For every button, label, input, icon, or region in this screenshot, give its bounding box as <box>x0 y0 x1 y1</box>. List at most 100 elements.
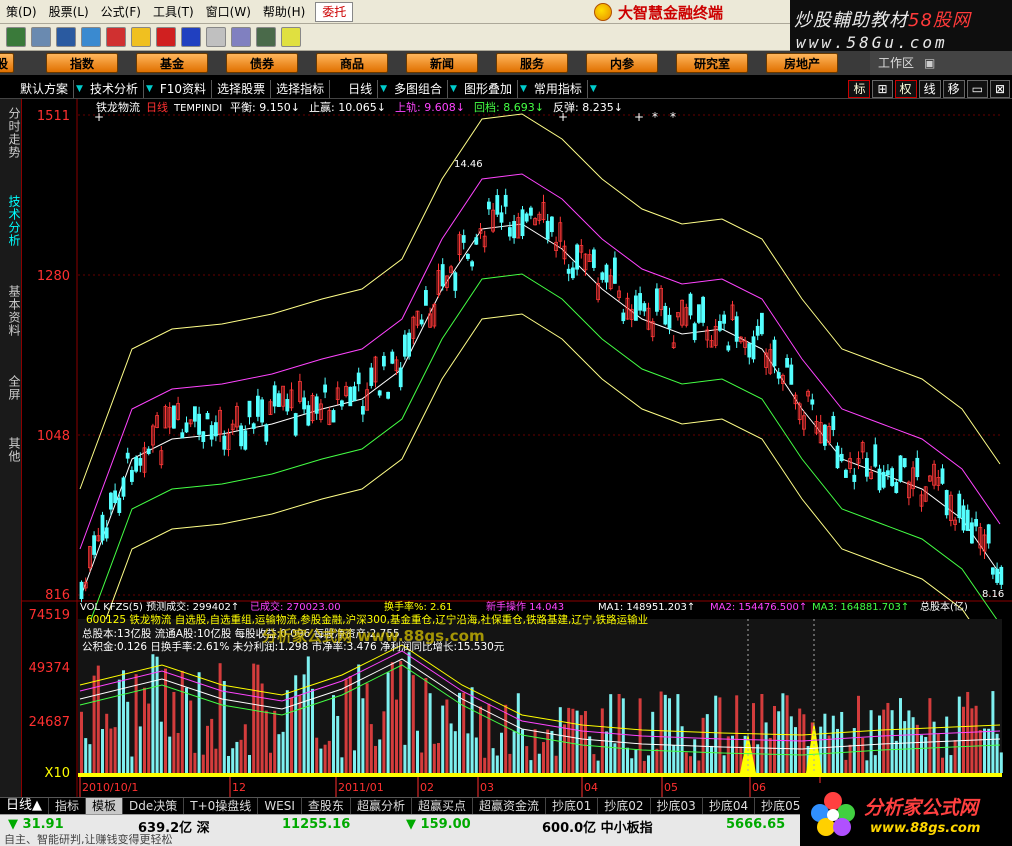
volume-label: 24687 <box>29 715 70 730</box>
fb-arrow-icon[interactable]: ▼ <box>518 84 529 94</box>
btab-chaoying-analysis[interactable]: 超赢分析 <box>351 798 412 814</box>
btab-t0[interactable]: T+0操盘线 <box>184 798 259 814</box>
workarea-close-icon[interactable]: ▣ <box>924 56 935 70</box>
btab-chaoying-fund[interactable]: 超赢资金流 <box>473 798 546 814</box>
move-button[interactable]: 移 <box>942 80 965 98</box>
rights-button[interactable]: 权 <box>894 80 917 98</box>
candle-body <box>302 397 307 410</box>
cat-tab-stocks[interactable]: 股 <box>0 53 14 73</box>
btab-bottom03[interactable]: 抄底03 <box>651 798 703 814</box>
vtab-technical[interactable]: 技术分析 <box>2 195 21 247</box>
keyboard-icon[interactable] <box>6 27 26 47</box>
volume-bar <box>953 740 957 773</box>
btab-bottom01[interactable]: 抄底01 <box>546 798 599 814</box>
window-icon[interactable] <box>231 27 251 47</box>
volume-bar <box>731 735 734 773</box>
cat-tab-realestate[interactable]: 房地产 <box>766 53 838 73</box>
fb-default-scheme[interactable]: 默认方案 <box>0 79 75 98</box>
window-icon[interactable]: ▭ <box>966 80 988 98</box>
volume-bar <box>672 744 676 773</box>
books-icon[interactable] <box>256 27 276 47</box>
fb-tech-analysis[interactable]: 技术分析 <box>85 79 144 98</box>
volume-bar <box>311 688 314 773</box>
btab-dde[interactable]: Dde决策 <box>123 798 185 814</box>
vtab-fundamentals[interactable]: 基本资料 <box>2 285 21 337</box>
btab-bottom02[interactable]: 抄底02 <box>598 798 651 814</box>
bars-icon[interactable] <box>31 27 51 47</box>
fb-select-indicator[interactable]: 选择指标 <box>271 79 331 98</box>
volume-bar <box>105 713 109 773</box>
menu-window[interactable]: 窗口(W) <box>200 1 257 23</box>
x-axis-label: 05 <box>664 781 678 794</box>
menu-strategy[interactable]: 策(D) <box>0 1 43 23</box>
btab-bottom04[interactable]: 抄底04 <box>703 798 756 814</box>
cat-tab-fund[interactable]: 基金 <box>136 53 208 73</box>
vtab-fullscreen[interactable]: 全屏 <box>2 375 21 401</box>
help-icon[interactable] <box>106 27 126 47</box>
menu-help[interactable]: 帮助(H) <box>257 1 311 23</box>
volume-bar <box>361 698 365 773</box>
mark-button[interactable]: 标 <box>848 80 871 98</box>
fb-f10[interactable]: F10资料 <box>155 79 213 98</box>
fb-arrow-icon[interactable]: ▼ <box>144 84 155 94</box>
chart-icon[interactable] <box>81 27 101 47</box>
fb-arrow-icon[interactable]: ▼ <box>378 84 389 94</box>
btab-wesi[interactable]: WESI <box>258 798 302 814</box>
volume-bar <box>84 738 88 773</box>
vtab-other[interactable]: 其他 <box>2 437 21 463</box>
volume-bar <box>941 757 944 773</box>
cat-tab-service[interactable]: 服务 <box>496 53 568 73</box>
cat-tab-insider[interactable]: 内参 <box>586 53 658 73</box>
fb-arrow-icon[interactable]: ▼ <box>74 84 85 94</box>
chart-area[interactable]: 1511 1280 1048 816 14.46 8.16 铁龙物流 日线 TE… <box>22 99 1012 797</box>
ball-icon[interactable] <box>156 27 176 47</box>
btab-daily[interactable]: 日线▲ <box>0 798 49 814</box>
x-axis-label: 2011/01 <box>338 781 384 794</box>
close-icon[interactable]: ⊠ <box>989 80 1010 98</box>
band-line <box>79 223 1001 600</box>
candle-body <box>323 384 328 393</box>
menu-tools[interactable]: 工具(T) <box>147 1 200 23</box>
volume-bar <box>945 716 949 773</box>
candle-body <box>839 453 844 462</box>
fb-arrow-icon[interactable]: ▼ <box>448 84 459 94</box>
workarea-label[interactable]: 工作区 ▣ <box>870 51 1012 75</box>
candle-body <box>592 249 596 268</box>
fb-select-stock[interactable]: 选择股票 <box>212 79 272 98</box>
btab-indicator[interactable]: 指标 <box>49 798 87 814</box>
menu-stocks[interactable]: 股票(L) <box>43 1 95 23</box>
fb-multi-chart[interactable]: 多图组合 <box>389 79 449 98</box>
volume-bar <box>957 696 961 773</box>
volume-chart[interactable]: 74519 49374 24687 X10 VOL KFZS(5) 预测成交: … <box>29 600 1003 797</box>
line-button[interactable]: 线 <box>918 80 941 98</box>
volume-bar <box>542 742 545 773</box>
fb-arrow-icon[interactable]: ▼ <box>588 84 599 94</box>
globe-icon[interactable] <box>181 27 201 47</box>
diamond-icon[interactable] <box>131 27 151 47</box>
volume-bar <box>126 701 130 773</box>
cat-tab-commodity[interactable]: 商品 <box>316 53 388 73</box>
fb-common-indicators[interactable]: 常用指标 <box>529 79 588 98</box>
pointer-help-icon[interactable] <box>281 27 301 47</box>
volume-bar <box>252 663 256 773</box>
volume-bar <box>626 747 629 773</box>
candle-body <box>772 339 777 367</box>
vtab-intraday[interactable]: 分时走势 <box>2 107 21 159</box>
btab-chaoying-buy[interactable]: 超赢买点 <box>412 798 473 814</box>
entrust-button[interactable]: 委托 <box>315 1 354 22</box>
binoculars-icon[interactable] <box>56 27 76 47</box>
cat-tab-bond[interactable]: 债券 <box>226 53 298 73</box>
marker-icon: * <box>652 110 658 124</box>
candle-body <box>881 471 886 488</box>
cat-tab-news[interactable]: 新闻 <box>406 53 478 73</box>
menu-formula[interactable]: 公式(F) <box>95 1 147 23</box>
cat-tab-research[interactable]: 研究室 <box>676 53 748 73</box>
btab-template[interactable]: 模板 <box>86 798 124 814</box>
fb-overlay[interactable]: 图形叠加 <box>459 79 518 98</box>
volume-bar <box>462 692 466 773</box>
fb-daily[interactable]: 日线 <box>330 79 379 98</box>
btab-shareholders[interactable]: 查股东 <box>302 798 351 814</box>
print-icon[interactable] <box>206 27 226 47</box>
cat-tab-index[interactable]: 指数 <box>46 53 118 73</box>
crosshair-icon[interactable]: ⊞ <box>872 80 893 98</box>
